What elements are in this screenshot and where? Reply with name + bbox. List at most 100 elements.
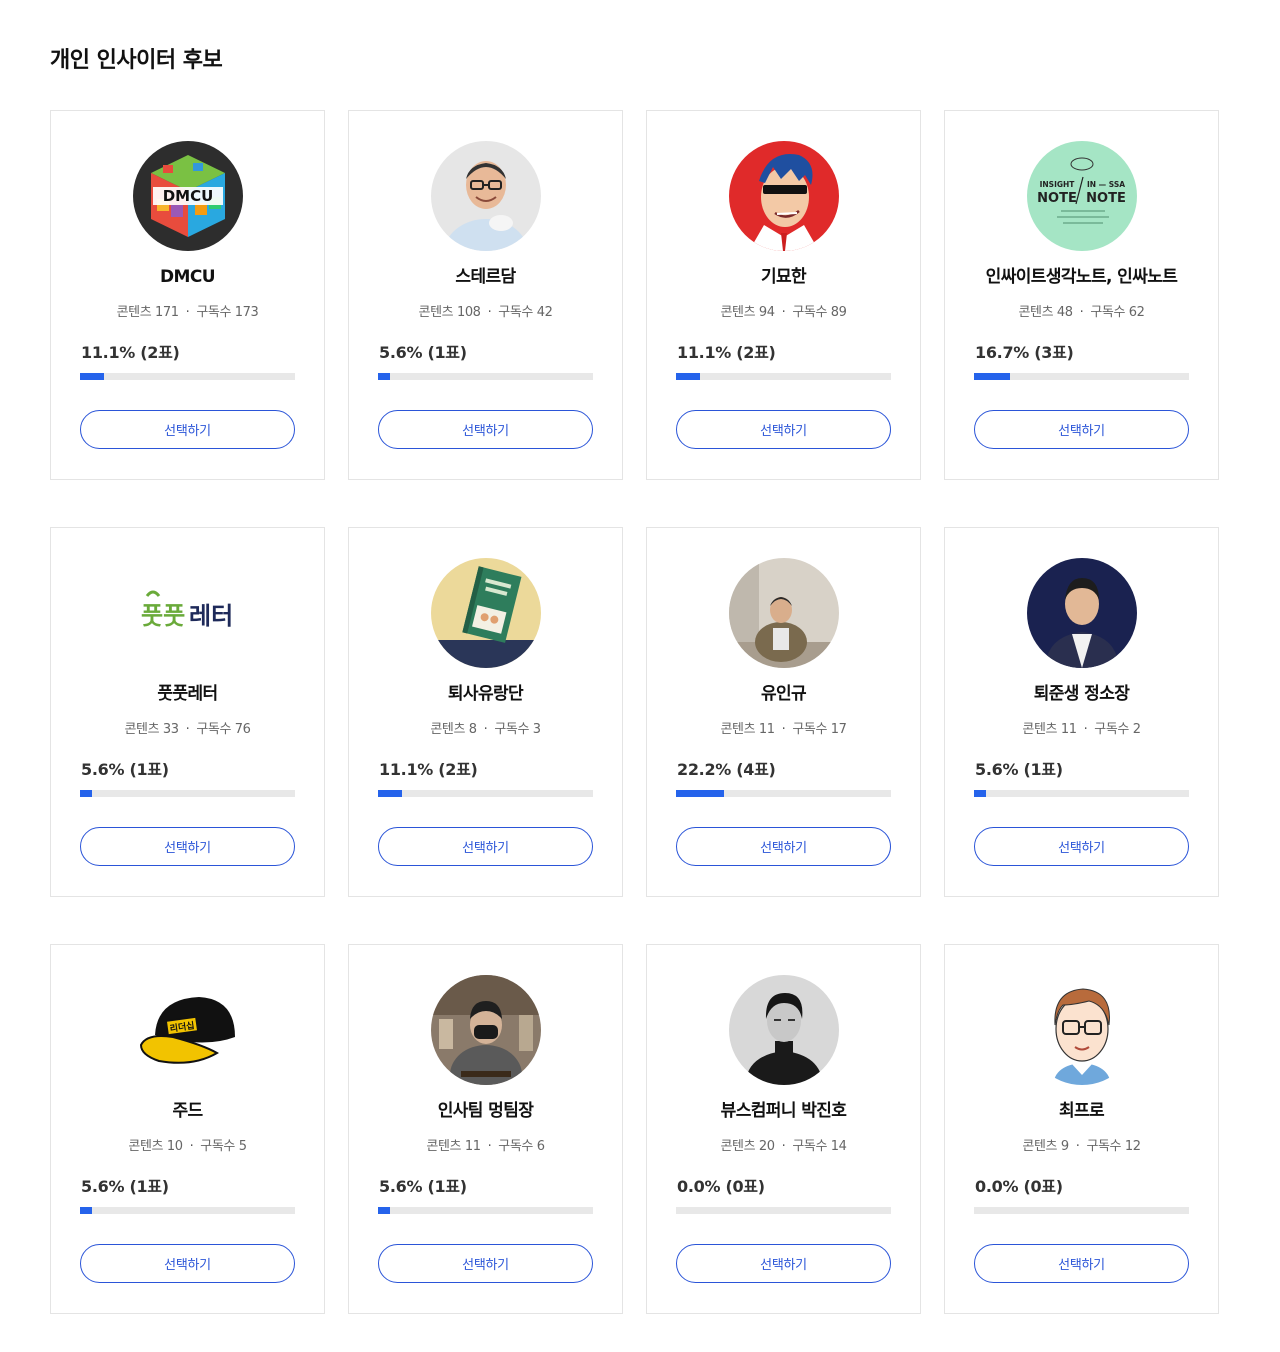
vote-percentage: 0.0% (0표) (677, 1177, 765, 1196)
vote-progress-fill (80, 790, 93, 797)
candidate-card: 퇴준생 정소장 콘텐츠 11 · 구독수 2 5.6% (1표) 선택하기 (944, 527, 1219, 897)
candidate-name: 인싸이트생각노트, 인싸노트 (985, 267, 1178, 287)
vote-percentage: 11.1% (2표) (677, 343, 776, 362)
select-button[interactable]: 선택하기 (974, 410, 1189, 449)
vote-progress-bar (676, 1207, 891, 1214)
vote-percentage: 5.6% (1표) (379, 343, 467, 362)
candidate-stats: 콘텐츠 48 · 구독수 62 (1018, 303, 1144, 323)
candidate-card: DMCU DMCU 콘텐츠 171 · 구독수 173 11.1% (2표) 선택하… (50, 110, 325, 480)
candidate-card: 뷰스컴퍼니 박진호 콘텐츠 20 · 구독수 14 0.0% (0표) 선택하기 (646, 944, 921, 1314)
select-button[interactable]: 선택하기 (676, 1244, 891, 1283)
candidate-stats: 콘텐츠 11 · 구독수 17 (720, 720, 846, 740)
vote-progress-fill (974, 790, 987, 797)
black-yellow-cap-icon: 리더십 (132, 975, 243, 1085)
contents-count: 콘텐츠 10 (128, 1139, 183, 1154)
separator-dot: · (185, 722, 190, 737)
subscriber-count: 구독수 42 (498, 305, 553, 320)
logo-text: NOTE (1037, 191, 1077, 206)
subscriber-count: 구독수 14 (792, 1139, 847, 1154)
candidate-stats: 콘텐츠 11 · 구독수 6 (426, 1137, 545, 1157)
candidate-name: 인사팀 멍팀장 (437, 1101, 534, 1121)
candidate-stats: 콘텐츠 20 · 구독수 14 (720, 1137, 846, 1157)
candidate-name: 주드 (172, 1101, 203, 1121)
contents-count: 콘텐츠 11 (720, 722, 775, 737)
subscriber-count: 구독수 76 (196, 722, 251, 737)
candidate-name: 스테르담 (455, 267, 516, 287)
vote-progress-bar (974, 373, 1189, 380)
select-button[interactable]: 선택하기 (378, 1244, 593, 1283)
vote-progress-fill (676, 373, 700, 380)
vote-progress-fill (676, 790, 724, 797)
candidate-avatar (728, 975, 839, 1085)
select-button[interactable]: 선택하기 (80, 827, 295, 866)
seated-man-photo-icon (728, 558, 839, 668)
vote-percentage: 0.0% (0표) (975, 1177, 1063, 1196)
select-button[interactable]: 선택하기 (974, 827, 1189, 866)
candidate-avatar (430, 141, 541, 251)
select-button[interactable]: 선택하기 (80, 1244, 295, 1283)
subscriber-count: 구독수 89 (792, 305, 847, 320)
candidate-card: 풋풋 레터 풋풋레터 콘텐츠 33 · 구독수 76 5.6% (1표) 선택하기 (50, 527, 325, 897)
subscriber-count: 구독수 5 (200, 1139, 247, 1154)
candidate-avatar: DMCU (132, 141, 243, 251)
candidate-avatar (430, 558, 541, 668)
subscriber-count: 구독수 12 (1086, 1139, 1141, 1154)
man-navy-background-photo-icon (1026, 558, 1137, 668)
separator-dot: · (483, 722, 488, 737)
candidate-stats: 콘텐츠 8 · 구독수 3 (430, 720, 541, 740)
man-with-glasses-photo-icon (430, 141, 541, 251)
subscriber-count: 구독수 6 (498, 1139, 545, 1154)
select-button[interactable]: 선택하기 (676, 827, 891, 866)
select-button[interactable]: 선택하기 (80, 410, 295, 449)
vote-percentage: 5.6% (1표) (379, 1177, 467, 1196)
candidate-card: 인사팀 멍팀장 콘텐츠 11 · 구독수 6 5.6% (1표) 선택하기 (348, 944, 623, 1314)
cartoon-man-glasses-icon (1026, 975, 1137, 1085)
candidate-name: 기묘한 (760, 267, 807, 287)
candidate-card: 리더십 주드 콘텐츠 10 · 구독수 5 5.6% (1표) 선택하기 (50, 944, 325, 1314)
green-book-cover-icon (430, 558, 541, 668)
vote-progress-bar (80, 373, 295, 380)
contents-count: 콘텐츠 8 (430, 722, 477, 737)
candidate-card: 최프로 콘텐츠 9 · 구독수 12 0.0% (0표) 선택하기 (944, 944, 1219, 1314)
candidate-avatar: INSIGHT NOTE IN — SSA NOTE (1026, 141, 1137, 251)
contents-count: 콘텐츠 94 (720, 305, 775, 320)
vote-progress-fill (378, 373, 391, 380)
contents-count: 콘텐츠 11 (426, 1139, 481, 1154)
contents-count: 콘텐츠 9 (1022, 1139, 1069, 1154)
logo-text: INSIGHT (1039, 180, 1075, 189)
vote-percentage: 22.2% (4표) (677, 760, 776, 779)
vote-progress-bar (676, 373, 891, 380)
putput-letter-logo-icon: 풋풋 레터 (132, 558, 243, 668)
contents-count: 콘텐츠 20 (720, 1139, 775, 1154)
candidate-stats: 콘텐츠 171 · 구독수 173 (117, 303, 259, 323)
select-button[interactable]: 선택하기 (974, 1244, 1189, 1283)
candidate-grid: DMCU DMCU 콘텐츠 171 · 구독수 173 11.1% (2표) 선택하… (50, 110, 1221, 1314)
candidate-name: 퇴사유랑단 (447, 684, 524, 704)
separator-dot: · (781, 305, 786, 320)
separator-dot: · (1075, 1139, 1080, 1154)
candidate-stats: 콘텐츠 9 · 구독수 12 (1022, 1137, 1141, 1157)
candidate-avatar (728, 141, 839, 251)
subscriber-count: 구독수 62 (1090, 305, 1145, 320)
select-button[interactable]: 선택하기 (676, 410, 891, 449)
candidate-stats: 콘텐츠 94 · 구독수 89 (720, 303, 846, 323)
subscriber-count: 구독수 2 (1094, 722, 1141, 737)
vote-progress-fill (80, 1207, 93, 1214)
vote-progress-bar (80, 1207, 295, 1214)
vote-progress-bar (378, 1207, 593, 1214)
candidate-stats: 콘텐츠 33 · 구독수 76 (124, 720, 250, 740)
vote-percentage: 5.6% (1표) (81, 760, 169, 779)
separator-dot: · (1083, 722, 1088, 737)
contents-count: 콘텐츠 171 (116, 305, 179, 320)
candidate-card: 기묘한 콘텐츠 94 · 구독수 89 11.1% (2표) 선택하기 (646, 110, 921, 480)
candidate-avatar: 리더십 (132, 975, 243, 1085)
vote-percentage: 11.1% (2표) (379, 760, 478, 779)
select-button[interactable]: 선택하기 (378, 410, 593, 449)
separator-dot: · (781, 1139, 786, 1154)
candidate-avatar (1026, 975, 1137, 1085)
vote-progress-fill (378, 1207, 391, 1214)
candidate-card: 유인규 콘텐츠 11 · 구독수 17 22.2% (4표) 선택하기 (646, 527, 921, 897)
select-button[interactable]: 선택하기 (378, 827, 593, 866)
separator-dot: · (781, 722, 786, 737)
vote-progress-bar (974, 1207, 1189, 1214)
